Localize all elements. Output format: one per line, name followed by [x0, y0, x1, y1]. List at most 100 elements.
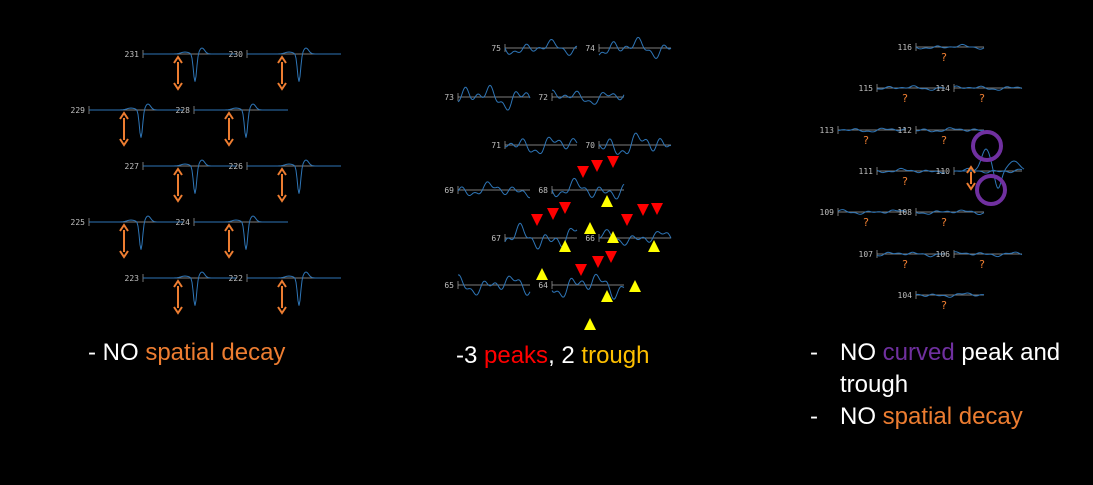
trace-75: [504, 38, 578, 56]
question-mark-113: ?: [863, 134, 869, 147]
caption-left: - NO spatial decay: [88, 337, 285, 369]
channel-label-108: 108: [898, 208, 913, 217]
channel-label-109: 109: [820, 208, 835, 217]
channel-label-68: 68: [538, 186, 548, 195]
bullet-dash: -: [810, 339, 818, 366]
caption-right-b2-prefix: NO: [840, 403, 883, 430]
question-mark-111: ?: [902, 175, 908, 188]
peak-marker-8: [637, 204, 649, 216]
channel-label-228: 228: [176, 106, 191, 115]
trough-marker-4: [607, 231, 619, 243]
bullet-dash: -: [810, 403, 818, 430]
channel-label-70: 70: [585, 141, 595, 150]
trace-228: [194, 103, 288, 138]
peak-marker-9: [651, 203, 663, 215]
channel-label-104: 104: [898, 291, 913, 300]
trace-229: [89, 103, 183, 138]
channel-label-115: 115: [859, 84, 874, 93]
caption-left-prefix: - NO: [88, 339, 146, 366]
trace-110-curved: [954, 148, 1025, 189]
peak-marker-1: [531, 214, 543, 226]
trace-73: [457, 84, 531, 111]
channel-label-227: 227: [125, 162, 140, 171]
channel-label-225: 225: [71, 218, 86, 227]
trough-marker-6: [536, 268, 548, 280]
trace-68: [551, 177, 625, 200]
peak-marker-2: [547, 208, 559, 220]
channel-label-75: 75: [491, 44, 501, 53]
channel-label-224: 224: [176, 218, 191, 227]
caption-middle: -3 peaks, 2 trough: [456, 340, 649, 372]
caption-middle-peaks: peaks: [484, 342, 549, 369]
caption-middle-sep: , 2: [548, 342, 582, 369]
caption-right-b1-rest: peak and: [954, 339, 1061, 366]
channel-label-111: 111: [859, 167, 874, 176]
trough-marker-1: [601, 195, 613, 207]
trace-70: [598, 132, 672, 155]
question-mark-114: ?: [979, 92, 985, 105]
channel-label-110: 110: [936, 167, 951, 176]
channel-label-112: 112: [898, 126, 913, 135]
trace-225: [89, 215, 183, 250]
channel-label-72: 72: [538, 93, 548, 102]
caption-right-b1-curved: curved: [882, 339, 955, 366]
question-mark-116: ?: [941, 51, 947, 64]
channel-label-114: 114: [936, 84, 951, 93]
caption-right-bullet-2: - NO spatial decay: [810, 401, 1060, 433]
caption-right-bullet-1-cont: trough: [810, 369, 1060, 401]
channel-label-226: 226: [229, 162, 244, 171]
peak-marker-7: [621, 214, 633, 226]
channel-label-73: 73: [444, 93, 454, 102]
caption-right-b1-cont: trough: [840, 371, 909, 398]
trace-64: [551, 273, 625, 300]
caption-middle-prefix: -3: [456, 342, 485, 369]
peak-marker-11: [592, 256, 604, 268]
channel-label-66: 66: [585, 234, 595, 243]
peak-marker-5: [591, 160, 603, 172]
question-mark-104: ?: [941, 299, 947, 312]
question-mark-108: ?: [941, 216, 947, 229]
channel-label-230: 230: [229, 50, 244, 59]
caption-right: - NO curved peak and trough - NO spatial d…: [810, 337, 1060, 433]
channel-label-222: 222: [229, 274, 244, 283]
caption-right-bullet-1: - NO curved peak and: [810, 337, 1060, 369]
channel-label-113: 113: [820, 126, 835, 135]
peak-marker-4: [577, 166, 589, 178]
trace-226: [247, 159, 341, 194]
question-mark-109: ?: [863, 216, 869, 229]
channel-label-106: 106: [936, 250, 951, 259]
trace-227: [143, 159, 237, 194]
channel-label-71: 71: [491, 141, 501, 150]
channel-label-116: 116: [898, 43, 913, 52]
peak-marker-3: [559, 202, 571, 214]
trough-marker-8: [629, 280, 641, 292]
trace-71: [504, 136, 578, 155]
channel-label-223: 223: [125, 274, 140, 283]
trace-222: [247, 271, 341, 306]
trace-230: [247, 47, 341, 82]
channel-label-69: 69: [444, 186, 454, 195]
trough-marker-9: [584, 318, 596, 330]
channel-label-229: 229: [71, 106, 86, 115]
question-mark-107: ?: [902, 258, 908, 271]
curved-trough-circle: [975, 174, 1007, 206]
peak-marker-12: [605, 251, 617, 263]
caption-right-b2-highlight: spatial decay: [882, 403, 1023, 430]
channel-label-65: 65: [444, 281, 454, 290]
question-mark-112: ?: [941, 134, 947, 147]
trace-231: [143, 47, 237, 82]
channel-label-64: 64: [538, 281, 548, 290]
question-mark-106: ?: [979, 258, 985, 271]
caption-left-highlight: spatial decay: [145, 339, 286, 366]
figure: 231 230 229 228 227 226 225 224 223 222 75 74 73 72 71…: [0, 0, 1093, 485]
trace-223: [143, 271, 237, 306]
channel-label-107: 107: [859, 250, 874, 259]
channel-label-231: 231: [125, 50, 140, 59]
trough-marker-7: [601, 290, 613, 302]
channel-label-74: 74: [585, 44, 595, 53]
curved-peak-circle: [971, 130, 1003, 162]
caption-right-b1-prefix: NO: [840, 339, 883, 366]
question-mark-115: ?: [902, 92, 908, 105]
peak-marker-6: [607, 156, 619, 168]
peak-marker-10: [575, 264, 587, 276]
